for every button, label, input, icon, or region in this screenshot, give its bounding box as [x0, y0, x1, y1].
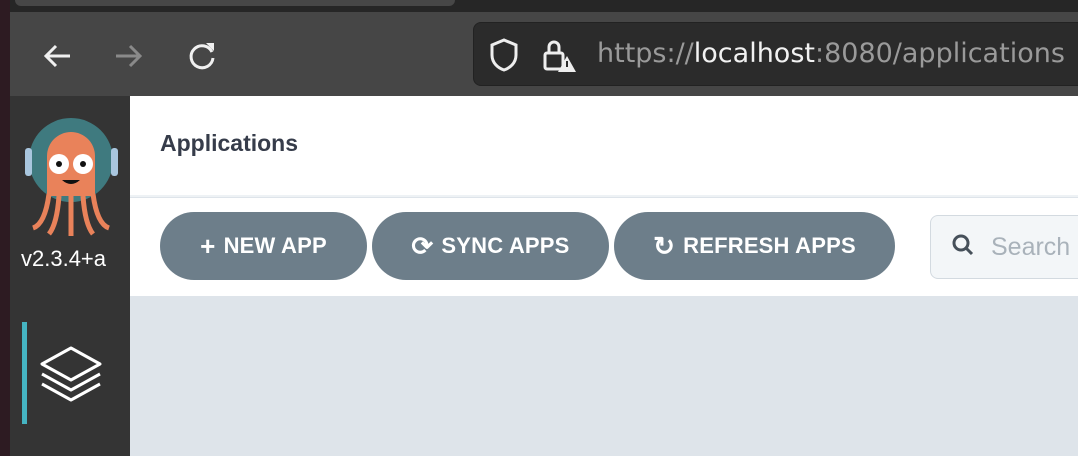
back-arrow-icon[interactable] [38, 36, 78, 76]
search-placeholder: Search [991, 232, 1071, 261]
refresh-apps-button[interactable]: ↻ REFRESH APPS [614, 212, 895, 280]
active-indicator [22, 322, 27, 424]
lock-warning-icon[interactable] [542, 36, 578, 79]
sync-icon: ⟳ [411, 230, 434, 261]
refresh-apps-label: REFRESH APPS [683, 233, 856, 258]
argo-logo[interactable] [25, 116, 121, 243]
browser-tab[interactable] [15, 0, 455, 6]
search-icon [951, 233, 975, 262]
url-path: :8080/applications [814, 38, 1065, 69]
shield-icon[interactable] [488, 37, 520, 78]
plus-icon: + [200, 230, 216, 261]
layers-icon[interactable] [38, 342, 104, 413]
new-app-button[interactable]: + NEW APP [160, 212, 367, 280]
url-scheme: https:// [597, 38, 694, 69]
desktop-edge [0, 0, 10, 456]
refresh-icon: ↻ [653, 230, 676, 261]
url-host: localhost [693, 38, 815, 69]
page-title: Applications [160, 130, 299, 156]
forward-arrow-icon[interactable] [108, 36, 148, 76]
sync-apps-button[interactable]: ⟳ SYNC APPS [372, 212, 609, 280]
url-text[interactable]: https://localhost:8080/applications [597, 34, 1065, 74]
search-input[interactable]: Search [930, 215, 1078, 279]
new-app-label: NEW APP [223, 233, 327, 258]
reload-icon[interactable] [182, 36, 222, 76]
sync-apps-label: SYNC APPS [441, 233, 570, 258]
version-label: v2.3.4+a [21, 246, 107, 271]
